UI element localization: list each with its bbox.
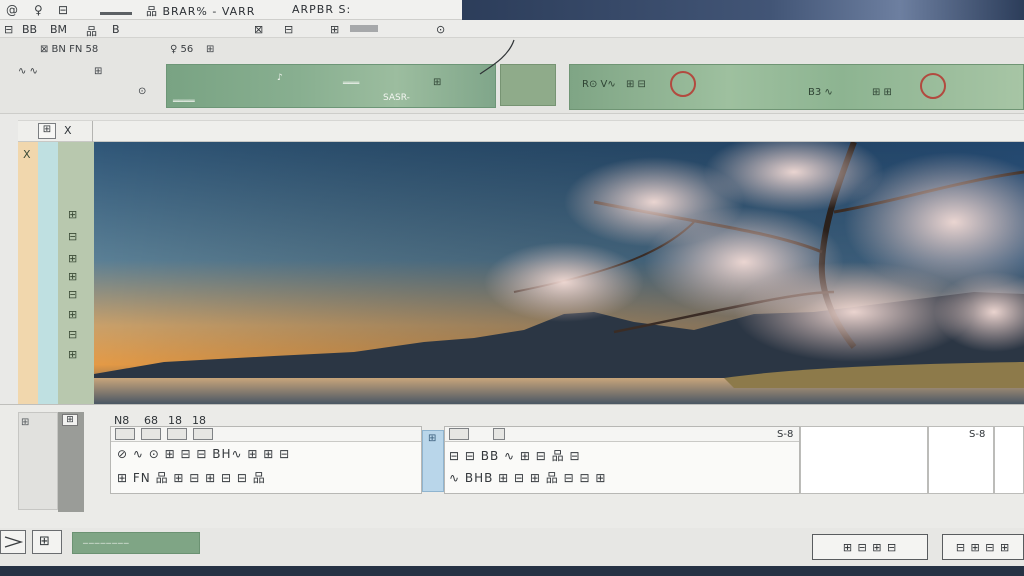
ribbon-group-label-2[interactable]: ♀ 56 bbox=[170, 44, 193, 55]
ruler-divider bbox=[92, 121, 93, 142]
title-divider bbox=[100, 12, 132, 15]
clip-row-3: ⊟ ⊟ BB ∿ ⊞ ⊟ 品 ⊟ bbox=[449, 449, 581, 463]
menu-item-8[interactable]: ⊞ bbox=[330, 23, 339, 36]
playhead-selection[interactable]: ⊞ bbox=[422, 430, 444, 492]
lane-button-3[interactable] bbox=[167, 428, 187, 440]
clip-lane-header-2 bbox=[445, 427, 799, 442]
transitions-panel[interactable]: R⊙ V∿ ⊞ ⊟ B3 ∿ ⊞ ⊞ bbox=[569, 64, 1024, 110]
menu-item-9[interactable]: ⊙ bbox=[436, 23, 445, 36]
export-icon: ⊞ bbox=[39, 534, 50, 549]
track-header-glyphs: ⊞ bbox=[21, 417, 30, 428]
record-circle-icon[interactable] bbox=[670, 71, 696, 97]
ribbon-row2-icon[interactable]: ⊞ bbox=[94, 66, 102, 77]
render-progress-text: ──────── bbox=[83, 539, 130, 548]
menu-item-7[interactable]: ⊟ bbox=[284, 23, 293, 36]
menu-bar-slider[interactable] bbox=[350, 25, 378, 32]
effects-note-icon: ♪ bbox=[277, 73, 283, 83]
transitions-panel-label-4: ⊞ ⊞ bbox=[872, 87, 892, 98]
lane-time-label: S-8 bbox=[777, 429, 794, 440]
menu-bar: ⊟ BB BM 品 B ⊠ ⊟ ⊞ ⊙ bbox=[0, 20, 1024, 38]
layer-item-8[interactable]: ⊞ bbox=[68, 348, 77, 361]
layer-item-7[interactable]: ⊟ bbox=[68, 328, 77, 341]
clip-row-4: ∿ BHB ⊞ ⊟ ⊞ 品 ⊟ ⊟ ⊞ bbox=[449, 471, 607, 485]
cursor-pointer-icon bbox=[479, 39, 515, 75]
effects-panel-grid-icon: ⊞ bbox=[433, 77, 442, 88]
layer-item-3[interactable]: ⊞ bbox=[68, 252, 77, 265]
track-scroll-column[interactable]: ⊞ bbox=[58, 412, 84, 512]
clip-lane-right-2[interactable]: S-8 bbox=[928, 426, 994, 494]
transitions-panel-label: R⊙ V∿ bbox=[582, 79, 616, 90]
ribbon-group-label[interactable]: ⊠ BN FN 58 bbox=[40, 44, 98, 55]
save-icon[interactable]: ⊟ bbox=[58, 3, 68, 17]
lane-button-1[interactable] bbox=[115, 428, 135, 440]
secondary-action-label: ⊟ ⊞ ⊟ ⊞ bbox=[955, 541, 1011, 554]
track-selection-strip bbox=[38, 142, 58, 404]
track-color-strip: X bbox=[18, 142, 38, 404]
ribbon-row3-icon[interactable]: ⊙ bbox=[138, 86, 146, 97]
clip-lane-right-3[interactable] bbox=[994, 426, 1024, 494]
layer-list-panel: ⊞ ⊟ ⊞ ⊞ ⊟ ⊞ ⊟ ⊞ bbox=[58, 142, 94, 404]
track-close-icon[interactable]: X bbox=[23, 148, 31, 161]
play-button[interactable] bbox=[0, 530, 26, 554]
track-header-column: ⊞ bbox=[18, 412, 58, 510]
menu-item-5[interactable]: B bbox=[112, 23, 120, 36]
clip-lane-middle[interactable]: ⊟ ⊟ BB ∿ ⊞ ⊟ 品 ⊟ ∿ BHB ⊞ ⊟ ⊞ 品 ⊟ ⊟ ⊞ bbox=[444, 426, 800, 494]
ruler-corner-button[interactable]: ⊞ bbox=[38, 123, 56, 139]
export-button[interactable]: ⊞ bbox=[32, 530, 62, 554]
play-icon bbox=[4, 536, 24, 548]
title-bar: @ ♀ ⊟ 品 BRAR% - VARR ARPBR S: bbox=[0, 0, 462, 20]
clip-lane-header bbox=[111, 427, 421, 442]
primary-action-button[interactable]: ⊞ ⊟ ⊞ ⊟ bbox=[812, 534, 928, 560]
menu-item-6[interactable]: ⊠ bbox=[254, 23, 263, 36]
ribbon-group-label-3[interactable]: ⊞ bbox=[206, 44, 214, 55]
app-icon[interactable]: @ bbox=[6, 3, 18, 17]
menu-item-4[interactable]: 品 bbox=[86, 23, 97, 39]
track-type-toggle[interactable]: ⊞ bbox=[62, 414, 78, 426]
desktop-background-top bbox=[460, 0, 1024, 20]
lane-button-4[interactable] bbox=[193, 428, 213, 440]
lane-button-2[interactable] bbox=[141, 428, 161, 440]
lane-button-5[interactable] bbox=[449, 428, 469, 440]
clip-lane-left[interactable]: ⊘ ∿ ⊙ ⊞ ⊟ ⊟ BH∿ ⊞ ⊞ ⊟ ⊞ FN 品 ⊞ ⊟ ⊞ ⊟ ⊟ 品 bbox=[110, 426, 422, 494]
timeline-ruler[interactable]: ⊞ X bbox=[18, 120, 1024, 142]
clip-row-1: ⊘ ∿ ⊙ ⊞ ⊟ ⊟ BH∿ ⊞ ⊞ ⊟ bbox=[117, 447, 291, 461]
primary-action-label: ⊞ ⊟ ⊞ ⊟ bbox=[842, 541, 898, 554]
lane-button-6[interactable] bbox=[493, 428, 505, 440]
clip-lane-right-1[interactable]: S-8 bbox=[777, 426, 928, 494]
layer-item-1[interactable]: ⊞ bbox=[68, 208, 77, 221]
ribbon-row2-label[interactable]: ∿ ∿ bbox=[18, 66, 38, 77]
playhead-glyph: ⊞ bbox=[428, 433, 437, 444]
effects-panel-label-2: ═══ bbox=[343, 79, 360, 89]
record-circle-icon-2[interactable] bbox=[920, 73, 946, 99]
effects-panel-label-3: SASR- bbox=[383, 93, 410, 103]
menu-item-3[interactable]: BM bbox=[50, 23, 67, 36]
desktop-taskbar bbox=[0, 566, 1024, 576]
render-progress-bar: ──────── bbox=[72, 532, 200, 554]
secondary-action-button[interactable]: ⊟ ⊞ ⊟ ⊞ bbox=[942, 534, 1024, 560]
layer-item-5[interactable]: ⊟ bbox=[68, 288, 77, 301]
window-title: 品 BRAR% - VARR bbox=[146, 5, 256, 18]
pin-icon[interactable]: ♀ bbox=[34, 3, 43, 17]
window-title-extra: ARPBR S: bbox=[292, 3, 352, 16]
ruler-close-icon[interactable]: X bbox=[64, 124, 72, 137]
menu-item-1[interactable]: ⊟ bbox=[4, 23, 13, 36]
layer-item-4[interactable]: ⊞ bbox=[68, 270, 77, 283]
layer-item-6[interactable]: ⊞ bbox=[68, 308, 77, 321]
effects-panel-label: ════ bbox=[173, 97, 195, 107]
preview-canvas[interactable] bbox=[94, 142, 1024, 404]
transitions-panel-label-2: ⊞ ⊟ bbox=[626, 79, 646, 90]
menu-item-2[interactable]: BB bbox=[22, 23, 37, 36]
clip-row-2: ⊞ FN 品 ⊞ ⊟ ⊞ ⊟ ⊟ 品 bbox=[117, 471, 266, 485]
layer-item-2[interactable]: ⊟ bbox=[68, 230, 77, 243]
effects-panel[interactable]: ════ ♪ ═══ SASR- ⊞ bbox=[166, 64, 496, 108]
transitions-panel-label-3: B3 ∿ bbox=[808, 87, 833, 98]
lane-time-label-2: S-8 bbox=[969, 429, 986, 440]
